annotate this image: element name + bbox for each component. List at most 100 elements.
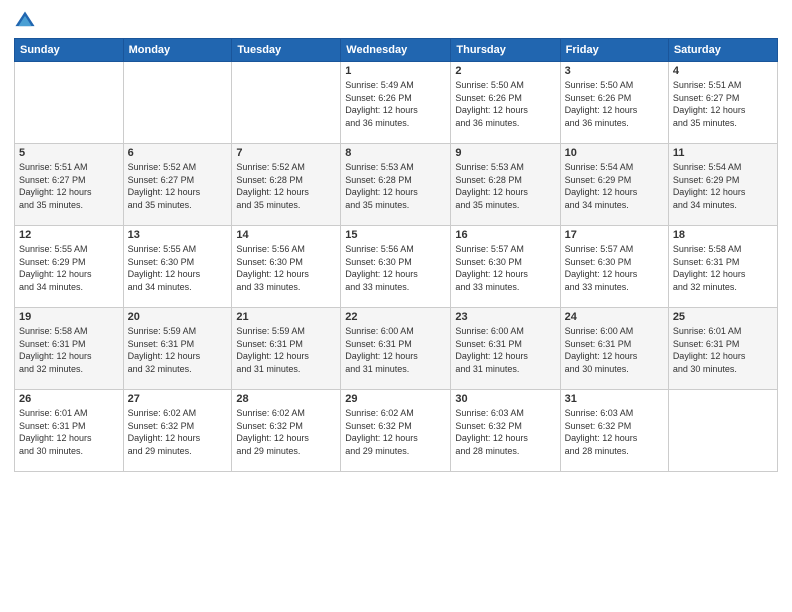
calendar-cell: 9 Sunrise: 5:53 AM Sunset: 6:28 PM Daylig…	[451, 144, 560, 226]
header-friday: Friday	[560, 39, 668, 62]
day-info: Sunrise: 6:01 AM Sunset: 6:31 PM Dayligh…	[19, 407, 119, 457]
day-info: Sunrise: 5:51 AM Sunset: 6:27 PM Dayligh…	[673, 79, 773, 129]
day-number: 16	[455, 229, 555, 241]
calendar-cell: 3 Sunrise: 5:50 AM Sunset: 6:26 PM Daylig…	[560, 62, 668, 144]
day-number: 6	[128, 147, 228, 159]
calendar-cell: 20 Sunrise: 5:59 AM Sunset: 6:31 PM Dayli…	[123, 308, 232, 390]
day-number: 27	[128, 393, 228, 405]
calendar-cell	[15, 62, 124, 144]
day-number: 30	[455, 393, 555, 405]
header-tuesday: Tuesday	[232, 39, 341, 62]
day-number: 23	[455, 311, 555, 323]
calendar-cell: 14 Sunrise: 5:56 AM Sunset: 6:30 PM Dayli…	[232, 226, 341, 308]
day-number: 1	[345, 65, 446, 77]
calendar-page: SundayMondayTuesdayWednesdayThursdayFrid…	[0, 0, 792, 612]
day-info: Sunrise: 5:57 AM Sunset: 6:30 PM Dayligh…	[565, 243, 664, 293]
day-number: 13	[128, 229, 228, 241]
day-info: Sunrise: 5:58 AM Sunset: 6:31 PM Dayligh…	[673, 243, 773, 293]
calendar-cell: 31Sunrise: 6:03 AM Sunset: 6:32 PM Dayli…	[560, 390, 668, 472]
day-number: 17	[565, 229, 664, 241]
day-number: 24	[565, 311, 664, 323]
day-info: Sunrise: 6:03 AM Sunset: 6:32 PM Dayligh…	[455, 407, 555, 457]
day-number: 15	[345, 229, 446, 241]
header-sunday: Sunday	[15, 39, 124, 62]
day-number: 7	[236, 147, 336, 159]
day-number: 26	[19, 393, 119, 405]
calendar-week-1: 1 Sunrise: 5:49 AM Sunset: 6:26 PM Daylig…	[15, 62, 778, 144]
calendar-cell: 16 Sunrise: 5:57 AM Sunset: 6:30 PM Dayli…	[451, 226, 560, 308]
calendar-cell	[232, 62, 341, 144]
day-number: 18	[673, 229, 773, 241]
day-number: 8	[345, 147, 446, 159]
day-info: Sunrise: 5:52 AM Sunset: 6:28 PM Dayligh…	[236, 161, 336, 211]
day-number: 25	[673, 311, 773, 323]
calendar-cell: 8 Sunrise: 5:53 AM Sunset: 6:28 PM Daylig…	[341, 144, 451, 226]
calendar-cell: 18 Sunrise: 5:58 AM Sunset: 6:31 PM Dayli…	[668, 226, 777, 308]
calendar-cell: 5 Sunrise: 5:51 AM Sunset: 6:27 PM Daylig…	[15, 144, 124, 226]
day-number: 10	[565, 147, 664, 159]
calendar-cell: 11 Sunrise: 5:54 AM Sunset: 6:29 PM Dayli…	[668, 144, 777, 226]
calendar-week-3: 12 Sunrise: 5:55 AM Sunset: 6:29 PM Dayli…	[15, 226, 778, 308]
day-number: 11	[673, 147, 773, 159]
day-info: Sunrise: 6:00 AM Sunset: 6:31 PM Dayligh…	[455, 325, 555, 375]
logo	[14, 10, 40, 32]
header-area	[14, 10, 778, 32]
day-info: Sunrise: 6:02 AM Sunset: 6:32 PM Dayligh…	[345, 407, 446, 457]
day-info: Sunrise: 5:49 AM Sunset: 6:26 PM Dayligh…	[345, 79, 446, 129]
calendar-cell: 12 Sunrise: 5:55 AM Sunset: 6:29 PM Dayli…	[15, 226, 124, 308]
day-number: 31	[565, 393, 664, 405]
day-number: 21	[236, 311, 336, 323]
day-number: 29	[345, 393, 446, 405]
day-info: Sunrise: 5:53 AM Sunset: 6:28 PM Dayligh…	[345, 161, 446, 211]
calendar-week-4: 19Sunrise: 5:58 AM Sunset: 6:31 PM Dayli…	[15, 308, 778, 390]
calendar-header-row: SundayMondayTuesdayWednesdayThursdayFrid…	[15, 39, 778, 62]
day-number: 2	[455, 65, 555, 77]
calendar-cell: 13 Sunrise: 5:55 AM Sunset: 6:30 PM Dayli…	[123, 226, 232, 308]
calendar-cell: 28Sunrise: 6:02 AM Sunset: 6:32 PM Dayli…	[232, 390, 341, 472]
day-info: Sunrise: 5:53 AM Sunset: 6:28 PM Dayligh…	[455, 161, 555, 211]
day-info: Sunrise: 6:00 AM Sunset: 6:31 PM Dayligh…	[565, 325, 664, 375]
day-info: Sunrise: 5:55 AM Sunset: 6:30 PM Dayligh…	[128, 243, 228, 293]
day-info: Sunrise: 5:55 AM Sunset: 6:29 PM Dayligh…	[19, 243, 119, 293]
day-info: Sunrise: 5:59 AM Sunset: 6:31 PM Dayligh…	[236, 325, 336, 375]
calendar-cell: 2 Sunrise: 5:50 AM Sunset: 6:26 PM Daylig…	[451, 62, 560, 144]
calendar-table: SundayMondayTuesdayWednesdayThursdayFrid…	[14, 38, 778, 472]
day-info: Sunrise: 5:50 AM Sunset: 6:26 PM Dayligh…	[455, 79, 555, 129]
day-number: 14	[236, 229, 336, 241]
calendar-week-5: 26 Sunrise: 6:01 AM Sunset: 6:31 PM Dayli…	[15, 390, 778, 472]
logo-icon	[14, 10, 36, 32]
day-number: 20	[128, 311, 228, 323]
day-number: 9	[455, 147, 555, 159]
calendar-cell: 30 Sunrise: 6:03 AM Sunset: 6:32 PM Dayli…	[451, 390, 560, 472]
day-info: Sunrise: 5:56 AM Sunset: 6:30 PM Dayligh…	[236, 243, 336, 293]
header-wednesday: Wednesday	[341, 39, 451, 62]
day-info: Sunrise: 5:51 AM Sunset: 6:27 PM Dayligh…	[19, 161, 119, 211]
day-info: Sunrise: 5:50 AM Sunset: 6:26 PM Dayligh…	[565, 79, 664, 129]
calendar-cell	[123, 62, 232, 144]
day-number: 3	[565, 65, 664, 77]
calendar-cell: 24 Sunrise: 6:00 AM Sunset: 6:31 PM Dayli…	[560, 308, 668, 390]
header-thursday: Thursday	[451, 39, 560, 62]
calendar-week-2: 5 Sunrise: 5:51 AM Sunset: 6:27 PM Daylig…	[15, 144, 778, 226]
day-number: 4	[673, 65, 773, 77]
calendar-cell: 17 Sunrise: 5:57 AM Sunset: 6:30 PM Dayli…	[560, 226, 668, 308]
calendar-cell: 23 Sunrise: 6:00 AM Sunset: 6:31 PM Dayli…	[451, 308, 560, 390]
day-info: Sunrise: 5:56 AM Sunset: 6:30 PM Dayligh…	[345, 243, 446, 293]
calendar-cell: 4 Sunrise: 5:51 AM Sunset: 6:27 PM Daylig…	[668, 62, 777, 144]
day-info: Sunrise: 5:58 AM Sunset: 6:31 PM Dayligh…	[19, 325, 119, 375]
day-info: Sunrise: 6:02 AM Sunset: 6:32 PM Dayligh…	[236, 407, 336, 457]
day-info: Sunrise: 5:59 AM Sunset: 6:31 PM Dayligh…	[128, 325, 228, 375]
day-info: Sunrise: 5:54 AM Sunset: 6:29 PM Dayligh…	[673, 161, 773, 211]
calendar-cell: 21 Sunrise: 5:59 AM Sunset: 6:31 PM Dayli…	[232, 308, 341, 390]
calendar-cell: 26 Sunrise: 6:01 AM Sunset: 6:31 PM Dayli…	[15, 390, 124, 472]
calendar-cell: 29 Sunrise: 6:02 AM Sunset: 6:32 PM Dayli…	[341, 390, 451, 472]
calendar-cell: 1 Sunrise: 5:49 AM Sunset: 6:26 PM Daylig…	[341, 62, 451, 144]
header-monday: Monday	[123, 39, 232, 62]
calendar-cell: 6Sunrise: 5:52 AM Sunset: 6:27 PM Daylig…	[123, 144, 232, 226]
calendar-cell: 22Sunrise: 6:00 AM Sunset: 6:31 PM Dayli…	[341, 308, 451, 390]
day-info: Sunrise: 5:57 AM Sunset: 6:30 PM Dayligh…	[455, 243, 555, 293]
day-number: 5	[19, 147, 119, 159]
day-info: Sunrise: 6:02 AM Sunset: 6:32 PM Dayligh…	[128, 407, 228, 457]
day-number: 12	[19, 229, 119, 241]
header-saturday: Saturday	[668, 39, 777, 62]
